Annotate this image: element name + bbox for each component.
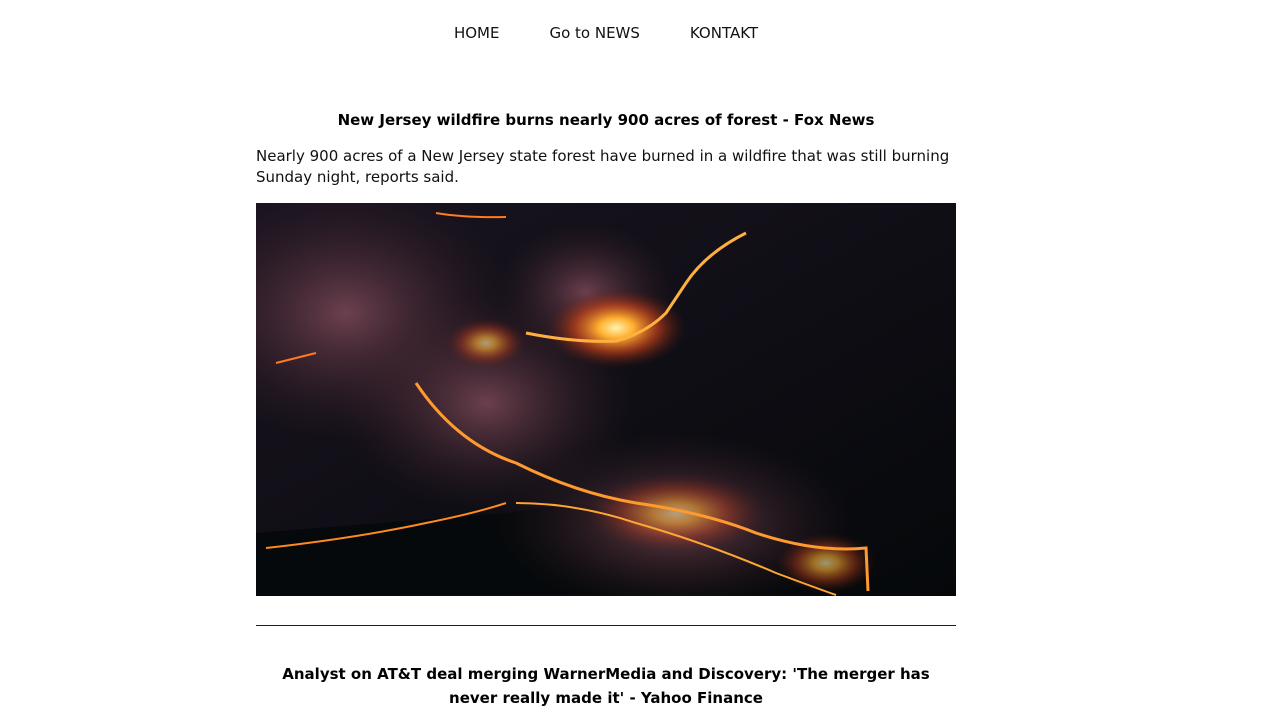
article-image <box>256 203 956 596</box>
nav-kontakt-link[interactable]: KONTAKT <box>665 22 783 44</box>
article-divider <box>256 625 956 626</box>
news-article: New Jersey wildfire burns nearly 900 acr… <box>256 109 956 596</box>
nav-home-link[interactable]: HOME <box>429 22 525 44</box>
article-headline: New Jersey wildfire burns nearly 900 acr… <box>337 111 875 129</box>
nav-news-link[interactable]: Go to NEWS <box>524 22 664 44</box>
top-navigation: HOME Go to NEWS KONTAKT <box>0 22 1212 44</box>
article-summary: Nearly 900 acres of a New Jersey state f… <box>256 147 950 186</box>
news-article: Analyst on AT&T deal merging WarnerMedia… <box>256 662 956 710</box>
article-headline: Analyst on AT&T deal merging WarnerMedia… <box>282 665 930 707</box>
